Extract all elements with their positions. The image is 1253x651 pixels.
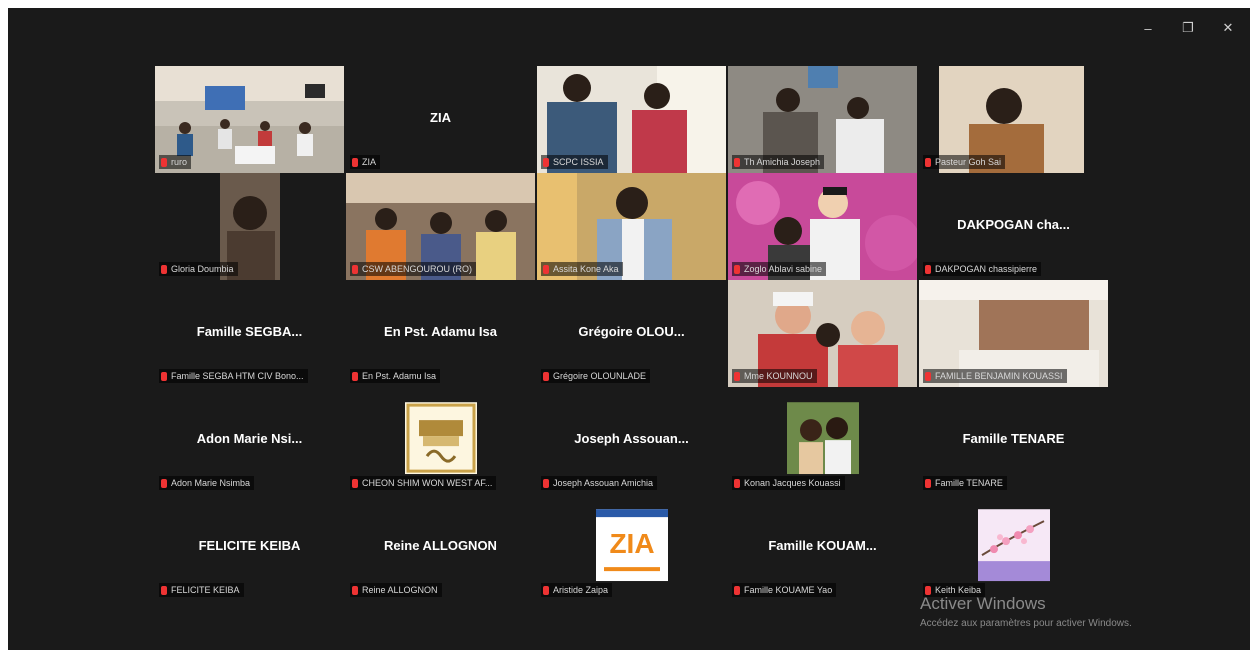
participant-name: ZIA [350, 155, 381, 169]
participant-name: Grégoire OLOUNLADE [541, 369, 651, 383]
participant-name: Pasteur Goh Sai [923, 155, 1006, 169]
participant-name: Famille TENARE [923, 476, 1007, 490]
maximize-button[interactable]: ❐ [1168, 14, 1208, 42]
participant-tile[interactable]: Assita Kone Aka [537, 173, 726, 280]
participant-name: Th Amichia Joseph [732, 155, 825, 169]
participant-tile[interactable]: Adon Marie Nsi... Adon Marie Nsimba [155, 387, 344, 494]
mic-muted-icon [161, 157, 167, 167]
participant-name: ruro [159, 155, 192, 169]
participant-name: DAKPOGAN chassipierre [923, 262, 1042, 276]
participant-name: Zoglo Ablavi sabine [732, 262, 827, 276]
participant-name: SCPC ISSIA [541, 155, 608, 169]
participant-name: Gloria Doumbia [159, 262, 238, 276]
participant-tile[interactable]: ruro [155, 66, 344, 173]
close-button[interactable]: ✕ [1208, 14, 1248, 42]
participant-tile[interactable]: DAKPOGAN cha... DAKPOGAN chassipierre [919, 173, 1108, 280]
mic-muted-icon [352, 585, 358, 595]
mic-muted-icon [543, 264, 549, 274]
participant-name: FELICITE KEIBA [159, 583, 244, 597]
participant-tile[interactable]: CSW ABENGOUROU (RO) [346, 173, 535, 280]
participant-display-name: Adon Marie Nsi... [196, 431, 303, 446]
participant-tile[interactable]: Keith Keiba [919, 494, 1108, 601]
mic-muted-icon [352, 371, 358, 381]
participant-tile[interactable]: Famille KOUAM... Famille KOUAME Yao [728, 494, 917, 601]
mic-muted-icon [352, 157, 358, 167]
participant-display-name: Famille TENARE [962, 431, 1065, 446]
mic-muted-icon [543, 585, 549, 595]
participant-display-name: Joseph Assouan... [574, 431, 689, 446]
participant-tile[interactable]: Zoglo Ablavi sabine [728, 173, 917, 280]
participant-display-name: Grégoire OLOU... [578, 324, 685, 339]
participant-display-name: En Pst. Adamu Isa [384, 324, 497, 339]
participant-tile[interactable]: Famille SEGBA... Famille SEGBA HTM CIV B… [155, 280, 344, 387]
participant-tile[interactable]: ZIA Aristide Zaipa [537, 494, 726, 601]
participant-name: CHEON SHIM WON WEST AF... [350, 476, 497, 490]
mic-muted-icon [161, 264, 167, 274]
mic-muted-icon [543, 157, 549, 167]
mic-muted-icon [734, 585, 740, 595]
mic-muted-icon [352, 478, 358, 488]
participant-tile[interactable]: En Pst. Adamu Isa En Pst. Adamu Isa [346, 280, 535, 387]
participant-name: Konan Jacques Kouassi [732, 476, 845, 490]
participant-tile[interactable]: Konan Jacques Kouassi [728, 387, 917, 494]
mic-muted-icon [161, 478, 167, 488]
zia-logo-text: ZIA [609, 528, 654, 559]
mic-muted-icon [543, 478, 549, 488]
mic-muted-icon [925, 157, 931, 167]
participant-name: Famille SEGBA HTM CIV Bono... [159, 369, 308, 383]
participant-name: Reine ALLOGNON [350, 583, 442, 597]
participant-tile[interactable]: Joseph Assouan... Joseph Assouan Amichia [537, 387, 726, 494]
mic-muted-icon [925, 264, 931, 274]
mic-muted-icon [161, 371, 167, 381]
windows-activation-watermark: Activer Windows Accédez aux paramètres p… [920, 594, 1132, 629]
mic-muted-icon [734, 157, 740, 167]
mic-muted-icon [734, 264, 740, 274]
participant-tile[interactable]: Famille TENARE Famille TENARE [919, 387, 1108, 494]
participant-tile[interactable]: Gloria Doumbia [155, 173, 344, 280]
participant-display-name: Famille SEGBA... [196, 324, 303, 339]
participant-display-name: Reine ALLOGNON [384, 538, 497, 553]
participant-display-name: DAKPOGAN cha... [957, 217, 1070, 232]
participant-tile[interactable]: FAMILLE BENJAMIN KOUASSI [919, 280, 1108, 387]
mic-muted-icon [734, 478, 740, 488]
participant-name: Mme KOUNNOU [732, 369, 817, 383]
participant-tile[interactable]: Reine ALLOGNON Reine ALLOGNON [346, 494, 535, 601]
mic-muted-icon [543, 371, 549, 381]
participant-name: Joseph Assouan Amichia [541, 476, 658, 490]
participant-name: FAMILLE BENJAMIN KOUASSI [923, 369, 1067, 383]
participant-tile[interactable]: Th Amichia Joseph [728, 66, 917, 173]
zia-logo-avatar: ZIA [595, 508, 668, 581]
participant-name: Aristide Zaipa [541, 583, 613, 597]
participant-display-name: Famille KOUAM... [768, 538, 877, 553]
watermark-subtitle: Accédez aux paramètres pour activer Wind… [920, 618, 1132, 629]
mic-muted-icon [925, 371, 931, 381]
participant-name: Adon Marie Nsimba [159, 476, 255, 490]
participant-name: CSW ABENGOUROU (RO) [350, 262, 477, 276]
minimize-button[interactable]: – [1128, 14, 1168, 42]
participant-tile[interactable]: Mme KOUNNOU [728, 280, 917, 387]
participant-name: Famille KOUAME Yao [732, 583, 837, 597]
mic-muted-icon [161, 585, 167, 595]
participant-name: Assita Kone Aka [541, 262, 623, 276]
participant-tile[interactable]: FELICITE KEIBA FELICITE KEIBA [155, 494, 344, 601]
mic-muted-icon [352, 264, 358, 274]
watermark-title: Activer Windows [920, 594, 1046, 613]
participant-tile[interactable]: CHEON SHIM WON WEST AF... [346, 387, 535, 494]
participant-tile[interactable]: Grégoire OLOU... Grégoire OLOUNLADE [537, 280, 726, 387]
participant-tile[interactable]: Pasteur Goh Sai [919, 66, 1108, 173]
logo-avatar [404, 401, 477, 474]
participant-display-name: FELICITE KEIBA [198, 538, 301, 553]
mic-muted-icon [925, 478, 931, 488]
participant-tile[interactable]: SCPC ISSIA [537, 66, 726, 173]
blossom-avatar [977, 508, 1050, 581]
photo-avatar [786, 401, 859, 474]
participant-tile[interactable]: ZIA ZIA [346, 66, 535, 173]
participant-name: En Pst. Adamu Isa [350, 369, 441, 383]
participant-display-name: ZIA [430, 110, 451, 125]
mic-muted-icon [734, 371, 740, 381]
